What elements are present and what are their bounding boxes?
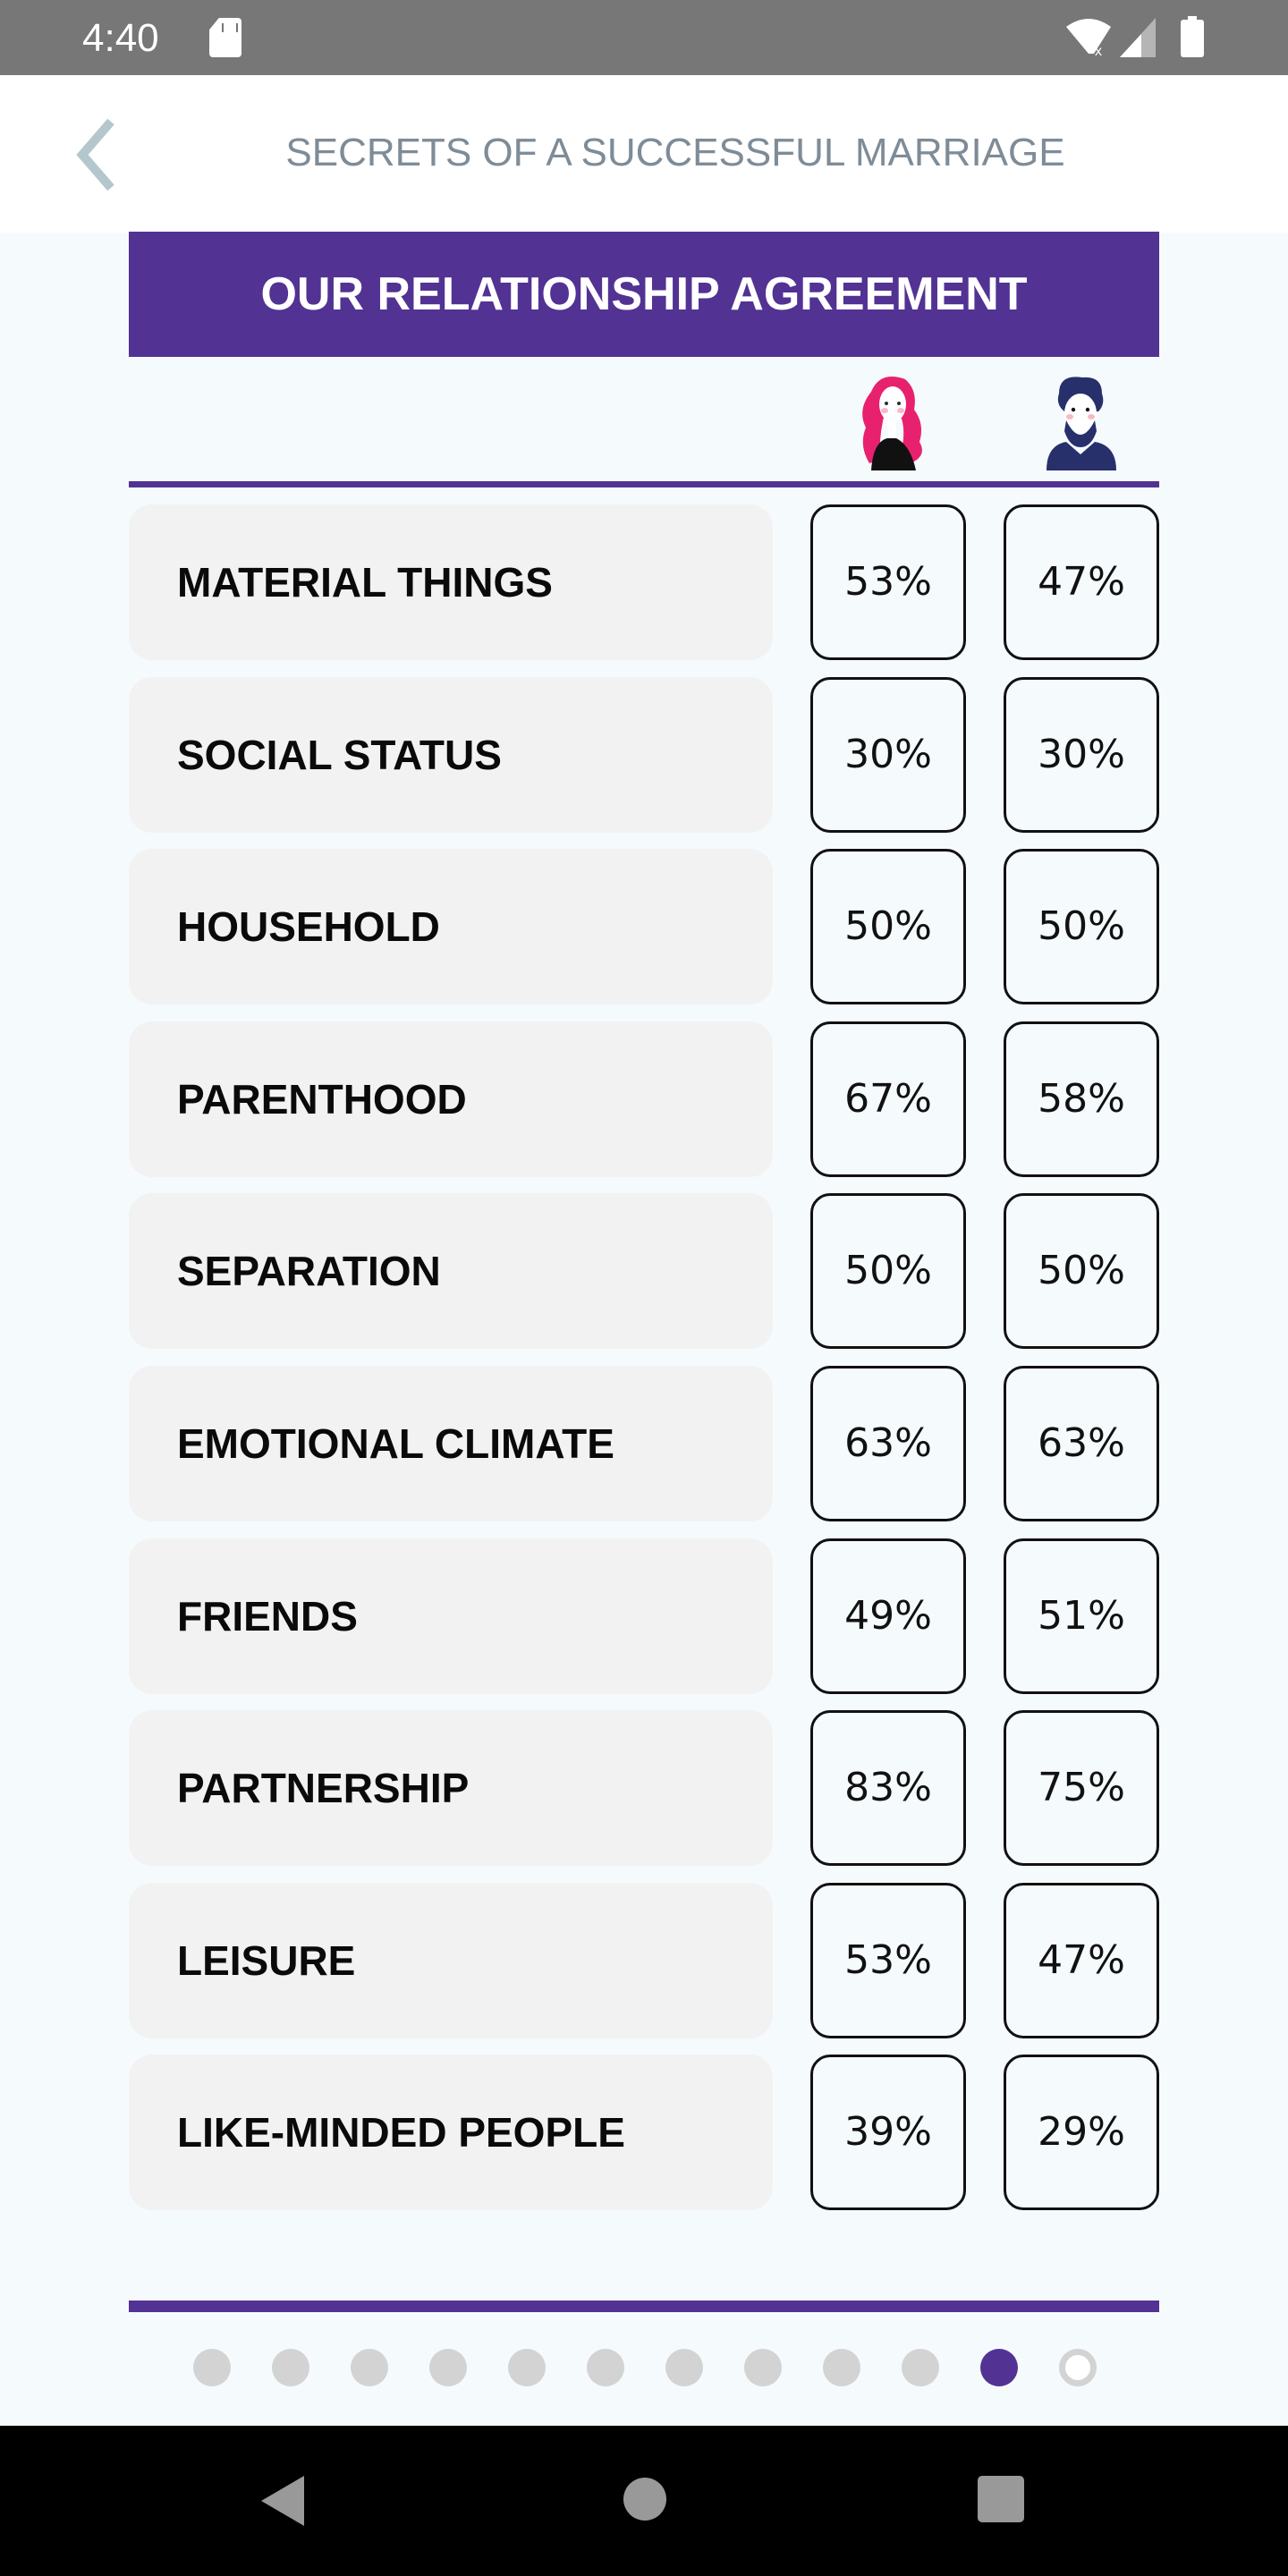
wifi-off-icon: x <box>1066 19 1111 57</box>
page-dot-active[interactable] <box>980 2349 1018 2386</box>
category-label: MATERIAL THINGS <box>177 559 553 606</box>
category-label: SEPARATION <box>177 1248 441 1295</box>
his-percentage[interactable]: 50% <box>1004 849 1159 1005</box>
category-label-cell[interactable]: EMOTIONAL CLIMATE <box>129 1366 773 1521</box>
category-label-cell[interactable]: PARENTHOOD <box>129 1021 773 1177</box>
agreement-banner: OUR RELATIONSHIP AGREEMENT <box>129 232 1159 357</box>
her-percentage[interactable]: 39% <box>810 2055 966 2211</box>
her-percentage[interactable]: 67% <box>810 1021 966 1177</box>
page-dot[interactable] <box>587 2349 624 2386</box>
category-label: FRIENDS <box>177 1592 358 1640</box>
category-label: HOUSEHOLD <box>177 903 440 951</box>
her-percentage[interactable]: 53% <box>810 504 966 660</box>
his-percentage[interactable]: 51% <box>1004 1538 1159 1694</box>
page-dot[interactable] <box>272 2349 309 2386</box>
nav-back-button[interactable] <box>261 2476 304 2526</box>
table-row: MATERIAL THINGS 53% 47% <box>129 504 1159 660</box>
table-row: LEISURE 53% 47% <box>129 1882 1159 2038</box>
nav-home-button[interactable] <box>623 2478 666 2521</box>
table-row: PARENTHOOD 67% 58% <box>129 1021 1159 1177</box>
page-dot[interactable] <box>1059 2349 1097 2386</box>
nav-recents-button[interactable] <box>978 2476 1024 2522</box>
category-label-cell[interactable]: PARTNERSHIP <box>129 1710 773 1867</box>
page-dot[interactable] <box>193 2349 231 2386</box>
her-percentage[interactable]: 50% <box>810 849 966 1005</box>
his-percentage[interactable]: 63% <box>1004 1366 1159 1521</box>
page-dot[interactable] <box>665 2349 703 2386</box>
her-percentage[interactable]: 49% <box>810 1538 966 1694</box>
page-title: SECRETS OF A SUCCESSFUL MARRIAGE <box>285 131 1065 174</box>
signal-icon <box>1120 18 1156 57</box>
her-percentage[interactable]: 50% <box>810 1193 966 1350</box>
sd-card-icon <box>209 18 242 57</box>
his-percentage[interactable]: 47% <box>1004 504 1159 660</box>
category-label-cell[interactable]: MATERIAL THINGS <box>129 504 773 660</box>
her-percentage[interactable]: 63% <box>810 1366 966 1521</box>
table-row: SEPARATION 50% 50% <box>129 1193 1159 1350</box>
battery-icon <box>1181 16 1204 57</box>
app-bar: SECRETS OF A SUCCESSFUL MARRIAGE <box>0 75 1288 233</box>
category-label-cell[interactable]: FRIENDS <box>129 1538 773 1694</box>
table-row: EMOTIONAL CLIMATE 63% 63% <box>129 1366 1159 1521</box>
category-label: EMOTIONAL CLIMATE <box>177 1420 614 1467</box>
category-label-cell[interactable]: LEISURE <box>129 1882 773 2038</box>
table-row: HOUSEHOLD 50% 50% <box>129 849 1159 1005</box>
category-label: LEISURE <box>177 1936 356 1984</box>
her-percentage[interactable]: 53% <box>810 1882 966 2038</box>
category-label: PARTNERSHIP <box>177 1765 470 1812</box>
category-label: PARENTHOOD <box>177 1075 467 1123</box>
his-percentage[interactable]: 50% <box>1004 1193 1159 1350</box>
category-label-cell[interactable]: SOCIAL STATUS <box>129 676 773 833</box>
man-avatar-icon <box>1046 377 1116 470</box>
status-bar: 4:40 x <box>0 0 1288 75</box>
category-label-cell[interactable]: LIKE-MINDED PEOPLE <box>129 2055 773 2211</box>
his-percentage[interactable]: 30% <box>1004 676 1159 833</box>
page-dot[interactable] <box>902 2349 939 2386</box>
svg-text:x: x <box>1095 44 1102 57</box>
category-label: LIKE-MINDED PEOPLE <box>177 2109 625 2157</box>
category-label-cell[interactable]: HOUSEHOLD <box>129 849 773 1005</box>
table-row: FRIENDS 49% 51% <box>129 1538 1159 1694</box>
his-percentage[interactable]: 47% <box>1004 1882 1159 2038</box>
page-dot[interactable] <box>744 2349 782 2386</box>
her-percentage[interactable]: 30% <box>810 676 966 833</box>
table-row: PARTNERSHIP 83% 75% <box>129 1710 1159 1867</box>
his-percentage[interactable]: 58% <box>1004 1021 1159 1177</box>
his-percentage[interactable]: 75% <box>1004 1710 1159 1867</box>
page-dot[interactable] <box>508 2349 546 2386</box>
page-dot[interactable] <box>351 2349 388 2386</box>
page-indicator <box>0 2349 1288 2390</box>
footer-divider <box>129 2301 1159 2312</box>
status-time: 4:40 <box>82 16 159 60</box>
table-row: SOCIAL STATUS 30% 30% <box>129 676 1159 833</box>
category-label: SOCIAL STATUS <box>177 731 502 778</box>
column-headers <box>129 358 1159 481</box>
header-divider <box>129 481 1159 487</box>
woman-avatar-icon <box>862 377 922 470</box>
table-row: LIKE-MINDED PEOPLE 39% 29% <box>129 2055 1159 2211</box>
page-dot[interactable] <box>429 2349 467 2386</box>
system-nav-bar <box>0 2426 1288 2576</box>
his-percentage[interactable]: 29% <box>1004 2055 1159 2211</box>
category-label-cell[interactable]: SEPARATION <box>129 1193 773 1350</box>
page-dot[interactable] <box>823 2349 860 2386</box>
her-percentage[interactable]: 83% <box>810 1710 966 1867</box>
